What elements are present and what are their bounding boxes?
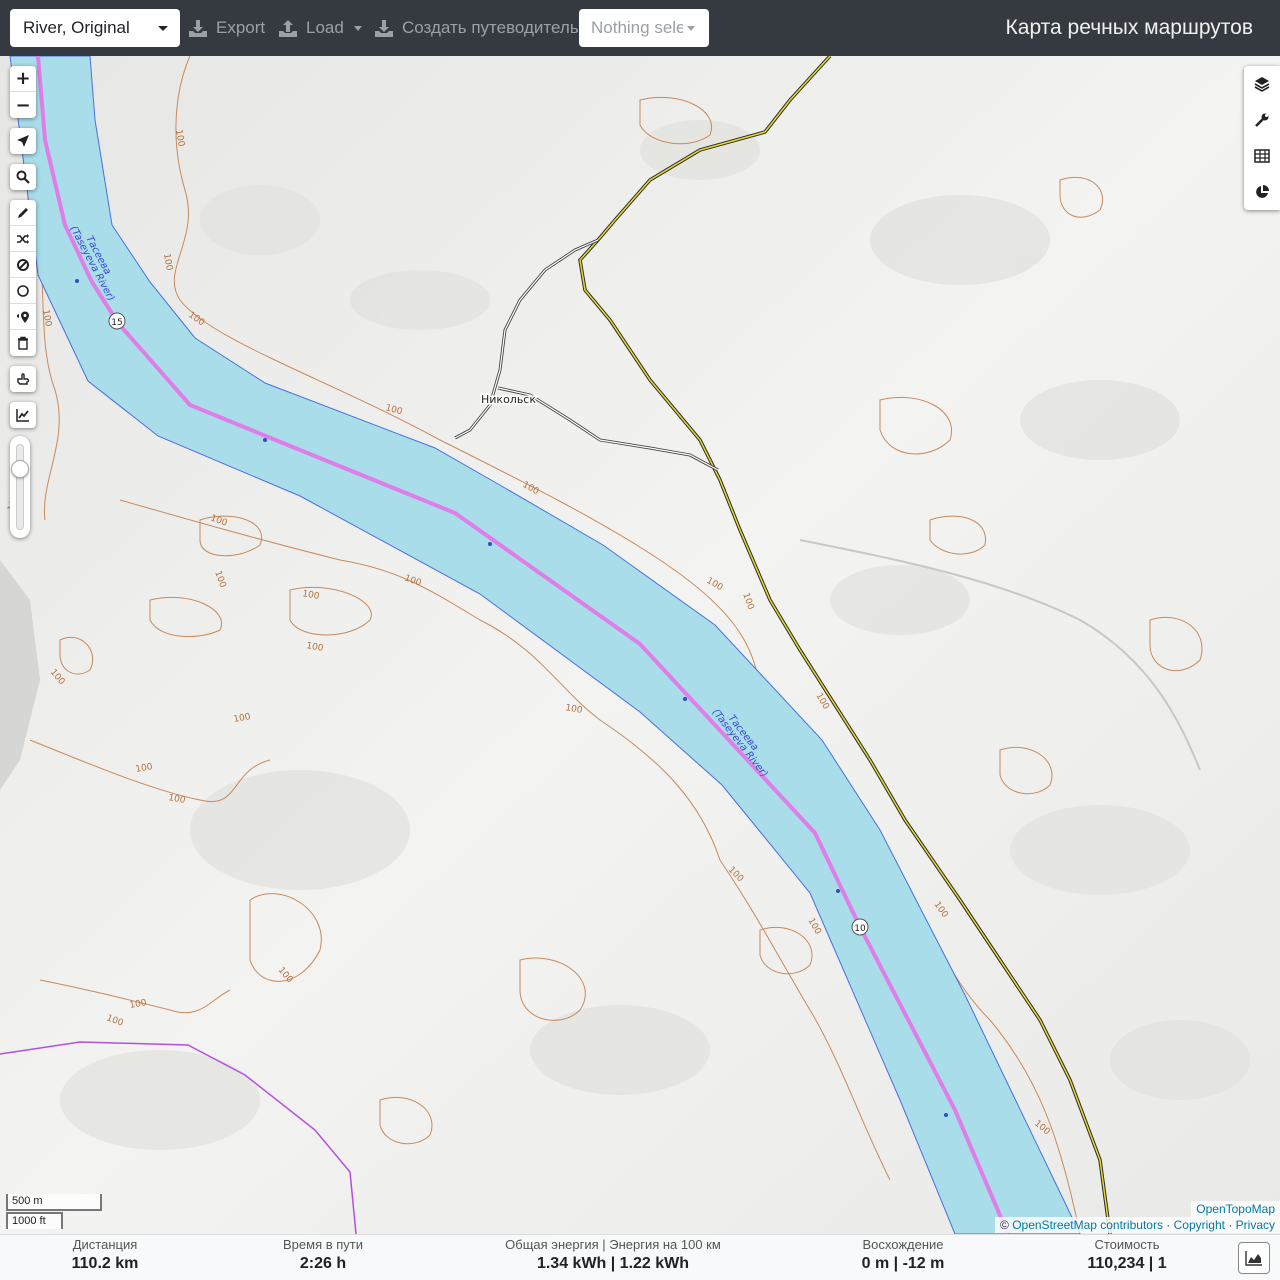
km-marker-15: 15 bbox=[108, 312, 126, 330]
search-control bbox=[10, 164, 36, 190]
trash-icon bbox=[18, 336, 28, 350]
area-chart-icon bbox=[1245, 1251, 1262, 1266]
privacy-link[interactable]: Privacy bbox=[1236, 1218, 1275, 1232]
load-label: Load bbox=[306, 18, 344, 37]
export-button[interactable]: Export bbox=[188, 9, 265, 47]
attribution: © OpenStreetMap contributors · Copyright… bbox=[995, 1217, 1280, 1233]
track-select[interactable]: Nothing selected bbox=[579, 9, 709, 47]
stat-ascent: Восхождение 0 m | -12 m bbox=[843, 1237, 963, 1275]
elevation-button[interactable] bbox=[10, 402, 36, 428]
draw-toolbar bbox=[10, 200, 36, 356]
map-canvas[interactable]: 100 100 100 100 100 100 100 100 100 100 … bbox=[0, 56, 1280, 1234]
time-value: 2:26 h bbox=[299, 1255, 347, 1272]
time-label: Время в пути bbox=[283, 1237, 363, 1252]
elevation-chart-button[interactable] bbox=[1238, 1242, 1270, 1274]
draw-route-button[interactable] bbox=[10, 200, 36, 226]
zoom-control: + − bbox=[10, 66, 36, 118]
upload-icon bbox=[279, 20, 297, 37]
distance-value: 110.2 km bbox=[71, 1255, 139, 1272]
copyright-link[interactable]: Copyright bbox=[1174, 1218, 1225, 1232]
export-label: Export bbox=[216, 18, 266, 37]
ban-icon bbox=[17, 258, 29, 271]
load-button[interactable]: Load bbox=[278, 9, 362, 47]
map-tiles: 100 100 100 100 100 100 100 100 100 100 … bbox=[0, 56, 1280, 1234]
wrench-icon bbox=[1255, 113, 1269, 127]
elevation-control bbox=[10, 402, 36, 428]
distance-label: Дистанция bbox=[72, 1237, 138, 1252]
stat-energy: Общая энергия | Энергия на 100 км 1.34 k… bbox=[493, 1237, 733, 1275]
layers-icon bbox=[1254, 77, 1270, 92]
cost-value: 110,234 | 1 bbox=[1087, 1255, 1167, 1272]
chevron-down-icon bbox=[687, 26, 695, 31]
location-arrow-icon bbox=[17, 135, 29, 147]
locate-button[interactable] bbox=[10, 128, 36, 154]
zoom-slider-knob[interactable] bbox=[11, 460, 29, 478]
line-chart-icon bbox=[16, 409, 29, 422]
app-title: Карта речных маршрутов bbox=[1005, 16, 1253, 39]
track-select-value: Nothing selected bbox=[591, 18, 683, 37]
map-marker-sound-icon bbox=[17, 311, 29, 323]
zoom-slider-track[interactable] bbox=[16, 444, 24, 530]
stat-time: Время в пути 2:26 h bbox=[263, 1237, 383, 1275]
settings-button[interactable] bbox=[1244, 102, 1280, 138]
shuffle-icon bbox=[17, 233, 29, 244]
download-icon bbox=[375, 20, 393, 37]
pie-chart-icon bbox=[1256, 185, 1269, 198]
energy-label: Общая энергия | Энергия на 100 км bbox=[505, 1237, 721, 1252]
ascent-value: 0 m | -12 m bbox=[861, 1255, 945, 1272]
scale-metric: 500 m bbox=[6, 1194, 102, 1211]
avoid-area-button[interactable] bbox=[10, 252, 36, 278]
search-button[interactable] bbox=[10, 164, 36, 190]
scale-imperial: 1000 ft bbox=[6, 1212, 63, 1229]
stat-cost: Стоимость 110,234 | 1 bbox=[1072, 1237, 1182, 1275]
svg-text:10: 10 bbox=[854, 924, 866, 934]
stat-distance: Дистанция 110.2 km bbox=[55, 1237, 155, 1275]
circle-icon bbox=[17, 284, 29, 297]
cost-label: Стоимость bbox=[1094, 1237, 1160, 1252]
energy-value: 1.34 kWh | 1.22 kWh bbox=[536, 1255, 690, 1272]
zoom-in-button[interactable]: + bbox=[10, 66, 36, 92]
delete-button[interactable] bbox=[10, 330, 36, 356]
chevron-down-icon bbox=[353, 25, 362, 31]
create-guide-button[interactable]: Создать путеводитель bbox=[374, 9, 579, 47]
circle-button[interactable] bbox=[10, 278, 36, 304]
create-guide-label: Создать путеводитель bbox=[402, 18, 579, 37]
search-icon bbox=[16, 170, 30, 184]
hand-point-icon bbox=[17, 373, 30, 385]
poi-button[interactable] bbox=[10, 304, 36, 330]
hand-point-button[interactable] bbox=[10, 366, 36, 392]
route-stats-bar: Дистанция 110.2 km Время в пути 2:26 h О… bbox=[0, 1234, 1280, 1280]
zoom-out-button[interactable]: − bbox=[10, 92, 36, 118]
routing-profile-select[interactable]: River, Original bbox=[10, 9, 180, 47]
svg-text:15: 15 bbox=[111, 318, 122, 328]
table-button[interactable] bbox=[1244, 138, 1280, 174]
download-icon bbox=[189, 20, 207, 37]
reverse-control bbox=[10, 366, 36, 392]
locate-control bbox=[10, 128, 36, 154]
zoom-slider[interactable] bbox=[10, 436, 30, 538]
ascent-label: Восхождение bbox=[862, 1237, 944, 1252]
pencil-icon bbox=[18, 207, 28, 218]
chevron-down-icon bbox=[158, 26, 168, 31]
osm-link[interactable]: OpenStreetMap contributors bbox=[1012, 1218, 1163, 1232]
right-toolbar bbox=[1244, 66, 1280, 210]
shuffle-button[interactable] bbox=[10, 226, 36, 252]
attribution-tiles[interactable]: OpenTopoMap bbox=[1191, 1201, 1280, 1217]
layers-button[interactable] bbox=[1244, 66, 1280, 102]
routing-profile-value: River, Original bbox=[23, 18, 130, 37]
village-label: Никольск bbox=[481, 393, 536, 406]
top-navbar: River, Original Export Load Создать путе… bbox=[0, 0, 1280, 56]
km-marker-10: 10 bbox=[851, 918, 869, 936]
analysis-button[interactable] bbox=[1244, 174, 1280, 210]
table-icon bbox=[1254, 149, 1270, 163]
